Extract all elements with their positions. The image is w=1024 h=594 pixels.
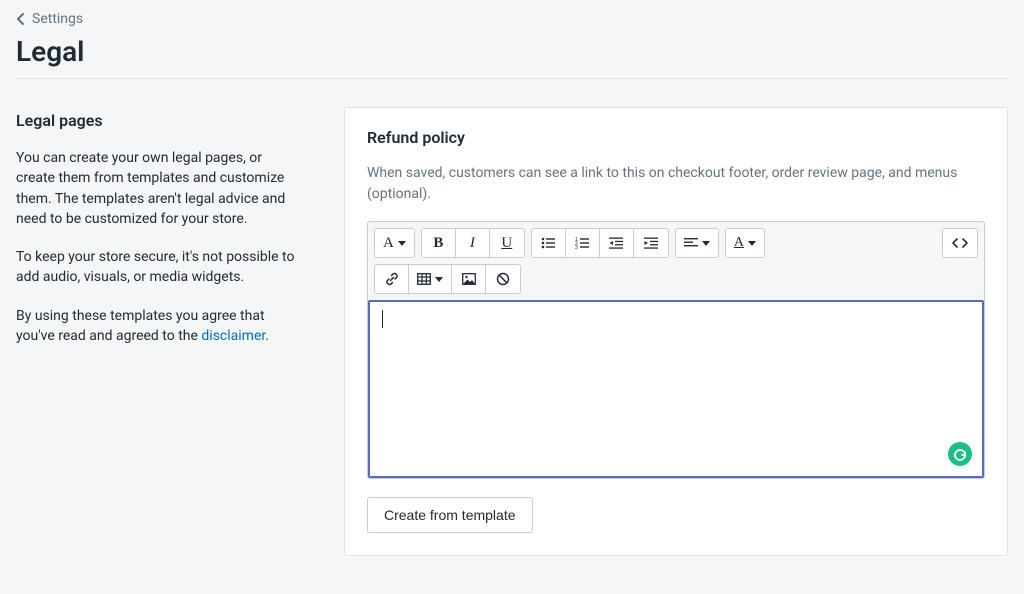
- toolbar-row-1: A B I U: [374, 228, 978, 258]
- list-group: 1 2 3: [531, 228, 669, 258]
- chevron-down-icon: [398, 241, 406, 246]
- chevron-down-icon: [702, 241, 710, 246]
- outdent-button[interactable]: [600, 229, 634, 257]
- sidebar-para-3: By using these templates you agree that …: [16, 306, 296, 347]
- ordered-list-button[interactable]: 1 2 3: [566, 229, 600, 257]
- disclaimer-link[interactable]: disclaimer: [201, 328, 265, 344]
- grammarly-badge[interactable]: [948, 442, 972, 466]
- card-description: When saved, customers can see a link to …: [367, 163, 985, 205]
- clear-format-button[interactable]: [486, 265, 520, 293]
- link-icon: [385, 272, 399, 286]
- chevron-down-icon: [435, 277, 443, 282]
- image-icon: [462, 273, 476, 285]
- text-caret: [382, 310, 383, 328]
- chevron-down-icon: [748, 241, 756, 246]
- indent-button[interactable]: [634, 229, 668, 257]
- insert-group: [374, 264, 521, 294]
- no-symbol-icon: [496, 272, 510, 286]
- html-view-button[interactable]: [943, 229, 977, 257]
- sidebar-heading: Legal pages: [16, 111, 296, 130]
- chevron-left-icon: [16, 13, 26, 25]
- page-title: Legal: [16, 35, 1008, 68]
- bullet-list-button[interactable]: [532, 229, 566, 257]
- align-group: [675, 228, 719, 258]
- sidebar-para-2: To keep your store secure, it's not poss…: [16, 247, 296, 288]
- toolbar-row-2: [374, 264, 978, 294]
- create-from-template-button[interactable]: Create from template: [367, 497, 533, 533]
- table-dropdown[interactable]: [409, 265, 452, 293]
- outdent-icon: [609, 237, 623, 249]
- ordered-list-icon: 1 2 3: [575, 237, 589, 249]
- sidebar-description: Legal pages You can create your own lega…: [16, 107, 296, 364]
- text-color-dropdown[interactable]: A: [726, 229, 764, 257]
- color-group: A: [725, 228, 765, 258]
- divider: [16, 78, 1008, 79]
- align-dropdown[interactable]: [676, 229, 718, 257]
- image-button[interactable]: [452, 265, 486, 293]
- editor-textarea[interactable]: [382, 312, 970, 466]
- breadcrumb-label: Settings: [32, 11, 83, 27]
- italic-button[interactable]: I: [456, 229, 490, 257]
- indent-icon: [644, 237, 658, 249]
- bullet-list-icon: [541, 237, 555, 249]
- card-title: Refund policy: [367, 128, 985, 147]
- svg-text:3: 3: [575, 245, 578, 249]
- refund-policy-card: Refund policy When saved, customers can …: [344, 107, 1008, 556]
- table-icon: [417, 273, 431, 285]
- underline-button[interactable]: U: [490, 229, 524, 257]
- breadcrumb-back[interactable]: Settings: [16, 11, 83, 27]
- format-dropdown[interactable]: A: [375, 229, 414, 257]
- html-group: [942, 228, 978, 258]
- align-left-icon: [684, 237, 698, 249]
- text-style-group: B I U: [421, 228, 525, 258]
- link-button[interactable]: [375, 265, 409, 293]
- bold-button[interactable]: B: [422, 229, 456, 257]
- editor-textarea-wrap[interactable]: [368, 300, 984, 478]
- code-icon: [952, 237, 968, 249]
- rich-text-editor: A B I U: [367, 221, 985, 479]
- sidebar-para-1: You can create your own legal pages, or …: [16, 148, 296, 229]
- format-group: A: [374, 228, 415, 258]
